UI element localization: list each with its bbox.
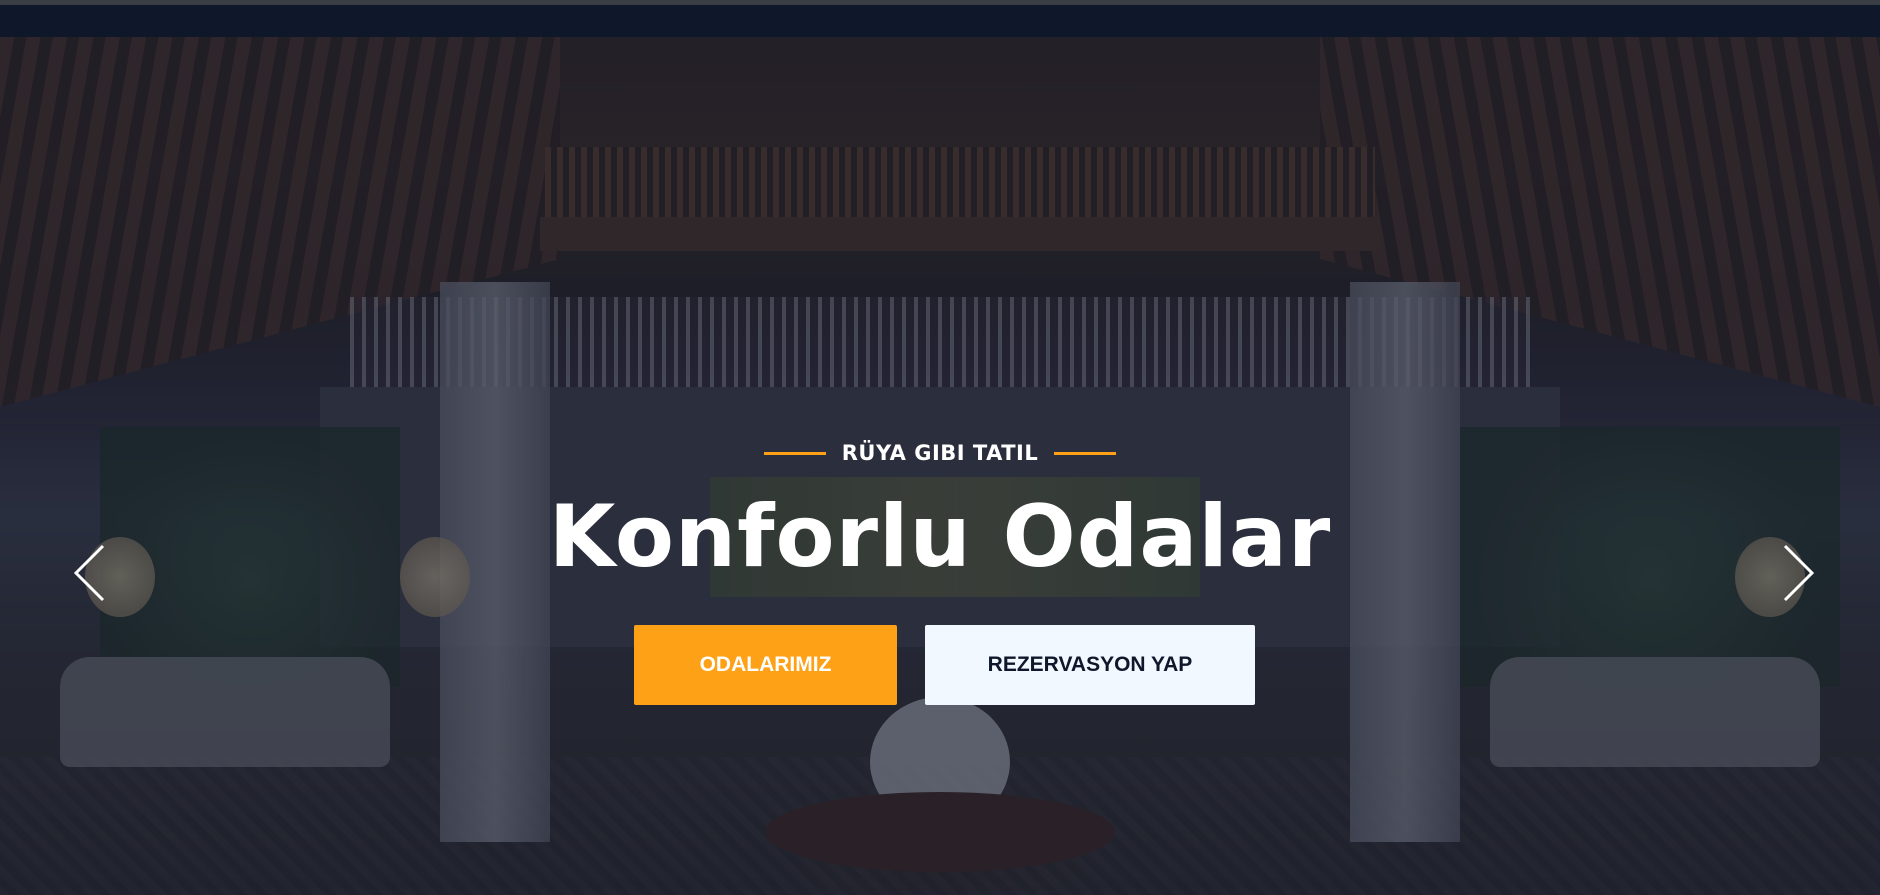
chevron-left-icon xyxy=(73,544,105,602)
our-rooms-button[interactable]: ODALARIMIZ xyxy=(634,625,897,705)
hero-subtitle: RÜYA GIBI TATIL xyxy=(841,441,1039,465)
hero-carousel: RÜYA GIBI TATIL Konforlu Odalar ODALARIM… xyxy=(0,37,1880,895)
subtitle-line-right xyxy=(1054,451,1117,455)
hero-title: Konforlu Odalar xyxy=(548,487,1332,587)
hero-caption: RÜYA GIBI TATIL Konforlu Odalar ODALARIM… xyxy=(0,37,1880,895)
make-reservation-button[interactable]: REZERVASYON YAP xyxy=(925,625,1255,705)
carousel-next-button[interactable] xyxy=(1776,540,1822,606)
chevron-right-icon xyxy=(1783,544,1815,602)
top-navbar-strip xyxy=(0,0,1880,37)
carousel-prev-button[interactable] xyxy=(66,540,112,606)
subtitle-row: RÜYA GIBI TATIL xyxy=(0,441,1880,465)
subtitle-line-left xyxy=(763,451,826,455)
